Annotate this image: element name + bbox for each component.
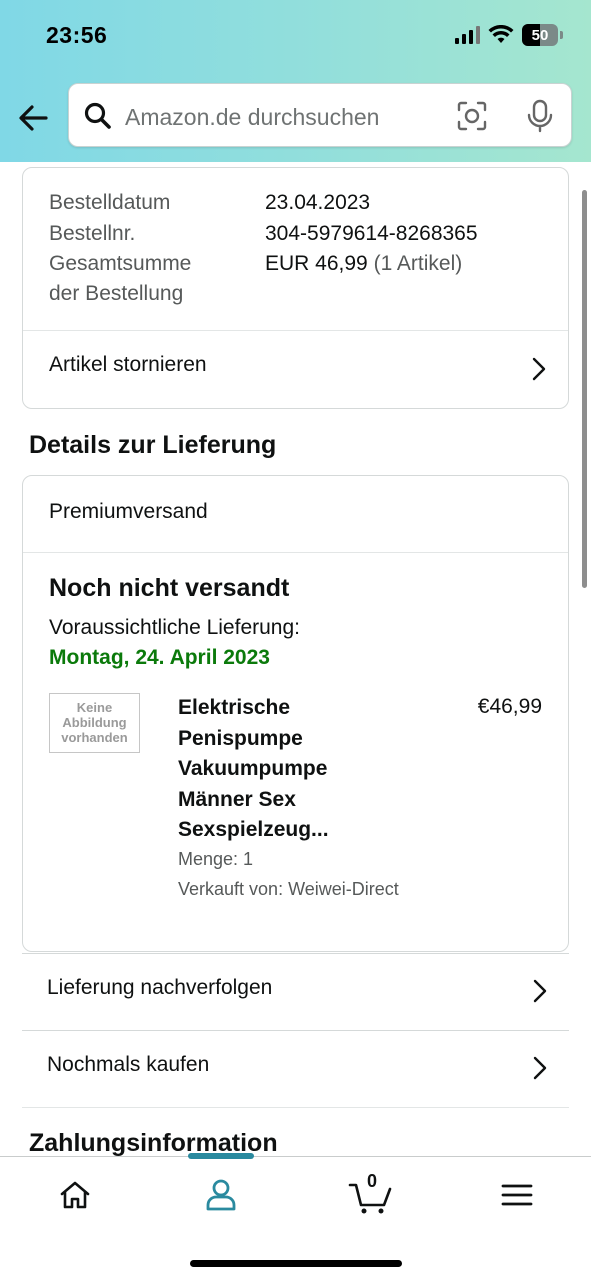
buy-again-label: Nochmals kaufen <box>47 1053 210 1076</box>
eta-label: Voraussichtliche Lieferung: <box>49 616 300 639</box>
product-quantity: Menge: 1 <box>178 849 254 869</box>
cancel-items-label: Artikel stornieren <box>49 353 207 376</box>
search-icon <box>84 102 111 129</box>
product-price: €46,99 <box>477 695 542 718</box>
buy-again-row[interactable]: Nochmals kaufen <box>22 1030 569 1107</box>
order-date-value: 23.04.2023 <box>265 191 371 214</box>
order-number-label: Bestellnr. <box>49 222 136 245</box>
header: 23:56 50 Amazon.de durchsuchen <box>0 0 591 162</box>
order-total-value: EUR 46,99 (1 Artikel) <box>265 249 462 279</box>
product-seller: Verkauft von: Weiwei-Direct <box>178 879 399 899</box>
battery-level: 50 <box>531 26 549 44</box>
search-input[interactable]: Amazon.de durchsuchen <box>125 104 379 131</box>
eta-date: Montag, 24. April 2023 <box>49 646 270 669</box>
battery-icon: 50 <box>522 24 558 46</box>
search-bar[interactable]: Amazon.de durchsuchen <box>68 83 572 147</box>
track-delivery-row[interactable]: Lieferung nachverfolgen <box>22 953 569 1030</box>
chevron-right-icon <box>533 1056 547 1080</box>
delivery-details-heading: Details zur Lieferung <box>29 431 277 459</box>
delivery-card: Premiumversand Noch nicht versandt Vorau… <box>22 475 569 952</box>
order-date-label: Bestelldatum <box>49 191 171 214</box>
order-total-label-line2: der Bestellung <box>49 282 184 305</box>
back-arrow-icon[interactable] <box>16 100 52 136</box>
shipping-method: Premiumversand <box>49 500 208 523</box>
scrollbar[interactable] <box>582 190 587 588</box>
wifi-icon <box>488 25 514 43</box>
menu-icon[interactable] <box>497 1175 537 1215</box>
order-total-amount: EUR 46,99 <box>265 252 368 275</box>
order-number-value: 304-5979614-8268365 <box>265 222 478 245</box>
home-icon[interactable] <box>55 1175 95 1215</box>
cellular-signal-icon <box>455 26 480 44</box>
order-item-count: (1 Artikel) <box>373 252 463 275</box>
home-indicator[interactable] <box>190 1260 402 1267</box>
order-details-page: { "status_bar": { "time": "23:56", "batt… <box>0 0 591 1280</box>
order-summary-card: Bestelldatum 23.04.2023 Bestellnr. 304-5… <box>22 167 569 409</box>
camera-lens-icon[interactable] <box>457 101 487 131</box>
account-icon[interactable] <box>201 1175 241 1215</box>
shipment-status: Noch nicht versandt <box>49 574 290 602</box>
cancel-items-row[interactable]: Artikel stornieren <box>23 331 568 409</box>
chevron-right-icon <box>533 979 547 1003</box>
status-icons: 50 <box>455 24 563 46</box>
microphone-icon[interactable] <box>525 99 555 133</box>
product-image-placeholder[interactable]: Keine Abbildung vorhanden <box>49 693 140 753</box>
active-tab-indicator <box>188 1153 254 1159</box>
track-delivery-label: Lieferung nachverfolgen <box>47 976 273 999</box>
chevron-right-icon <box>532 357 546 381</box>
status-time: 23:56 <box>46 22 108 48</box>
cart-count-badge: 0 <box>367 1171 378 1191</box>
product-title[interactable]: Elektrische Penispumpe Vakuumpumpe Männe… <box>178 693 378 846</box>
order-total-label-line1: Gesamtsumme <box>49 252 192 275</box>
